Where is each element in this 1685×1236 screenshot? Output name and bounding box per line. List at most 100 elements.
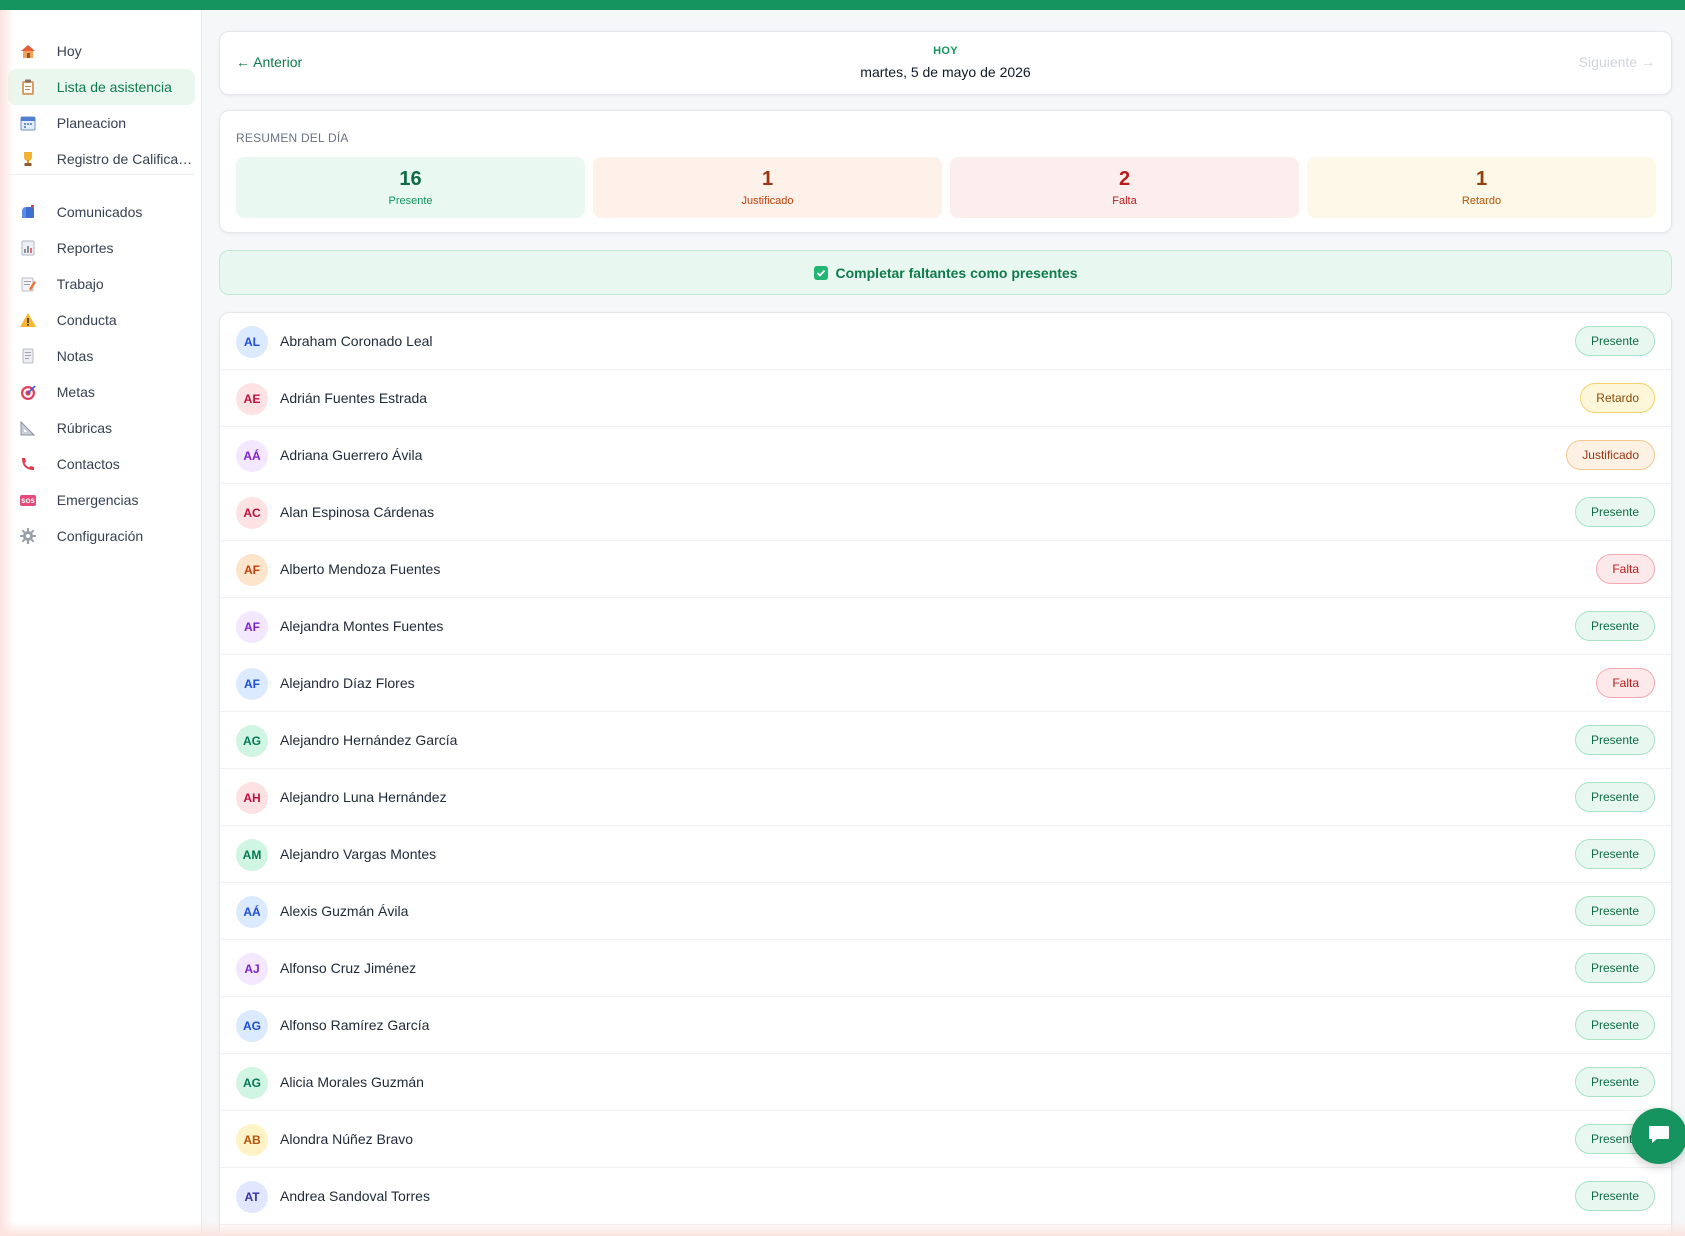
- sidebar-item-label: Configuración: [56, 528, 144, 544]
- student-name: Alexis Guzmán Ávila: [280, 903, 409, 919]
- stat-justified-value: 1: [761, 168, 774, 190]
- phone-icon: [18, 454, 38, 474]
- student-name: Alejandra Montes Fuentes: [280, 618, 444, 634]
- avatar: AB: [236, 1124, 268, 1156]
- attendance-status-button[interactable]: Presente: [1574, 896, 1655, 926]
- day-summary-card: RESUMEN DEL DÍA 16 Presente 1 Justificad…: [219, 110, 1672, 233]
- student-row: AH Alejandro Luna Hernández Presente: [220, 769, 1671, 826]
- sidebar-item-label: Hoy: [56, 43, 82, 59]
- attendance-status-button[interactable]: Justificado: [1566, 440, 1655, 470]
- avatar: AF: [236, 668, 268, 700]
- student-name: Adrián Fuentes Estrada: [280, 390, 428, 406]
- sidebar-item-label: Metas: [56, 384, 95, 400]
- calendar-icon: [18, 113, 38, 133]
- student-name: Andrea Sandoval Torres: [280, 1188, 430, 1204]
- trophy-icon: [18, 149, 38, 169]
- sidebar-item-label: Lista de asistencia: [56, 79, 172, 95]
- attendance-status-button[interactable]: Presente: [1574, 1181, 1655, 1211]
- student-row: AF Alberto Mendoza Fuentes Falta: [220, 541, 1671, 598]
- attendance-status-button[interactable]: Presente: [1574, 1010, 1655, 1040]
- current-date: martes, 5 de mayo de 2026: [860, 64, 1031, 80]
- screen-edge-bottom: [0, 1222, 1685, 1236]
- student-row: AL Abraham Coronado Leal Presente: [220, 313, 1671, 370]
- attendance-status-button[interactable]: Presente: [1574, 782, 1655, 812]
- student-name: Alfonso Cruz Jiménez: [280, 960, 417, 976]
- sidebar-item-label: Contactos: [56, 456, 120, 472]
- attendance-status-button[interactable]: Presente: [1574, 1067, 1655, 1097]
- attendance-status-button[interactable]: Presente: [1574, 725, 1655, 755]
- stat-absent: 2 Falta: [950, 157, 1299, 218]
- sidebar-item-label: Comunicados: [56, 204, 143, 220]
- clipboard-icon: [18, 77, 38, 97]
- sidebar-item-label: Rúbricas: [56, 420, 112, 436]
- stat-late: 1 Retardo: [1307, 157, 1656, 218]
- attendance-status-button[interactable]: Falta: [1596, 668, 1655, 698]
- attendance-status-button[interactable]: Presente: [1574, 326, 1655, 356]
- sidebar-item-emergencias[interactable]: SOS Emergencias: [8, 482, 195, 518]
- checkbox-icon: [813, 265, 828, 280]
- sidebar-item-hoy[interactable]: Hoy: [8, 33, 195, 69]
- chat-button[interactable]: [1631, 1108, 1685, 1164]
- avatar: AÁ: [236, 440, 268, 472]
- student-row: AT Andrea Sandoval Torres Presente: [220, 1168, 1671, 1225]
- next-day-button[interactable]: Siguiente →: [1579, 54, 1655, 70]
- student-row: AC Alan Espinosa Cárdenas Presente: [220, 484, 1671, 541]
- sidebar: Hoy Lista de asistencia Planeacion Regis…: [0, 10, 202, 1236]
- complete-missing-as-present-button[interactable]: Completar faltantes como presentes: [219, 250, 1672, 295]
- student-row: AM Alejandro Vargas Montes Presente: [220, 826, 1671, 883]
- attendance-status-button[interactable]: Presente: [1574, 839, 1655, 869]
- student-name: Alberto Mendoza Fuentes: [280, 561, 441, 577]
- avatar: AM: [236, 839, 268, 871]
- student-row: AB Alondra Núñez Bravo Presente: [220, 1111, 1671, 1168]
- sidebar-item-label: Notas: [56, 348, 94, 364]
- sidebar-item-comunicados[interactable]: Comunicados: [8, 194, 195, 230]
- avatar: AG: [236, 725, 268, 757]
- avatar: AE: [236, 383, 268, 415]
- sidebar-item-label: Conducta: [56, 312, 117, 328]
- student-name: Alejandro Vargas Montes: [280, 846, 437, 862]
- avatar: AF: [236, 611, 268, 643]
- stat-absent-value: 2: [1118, 168, 1131, 190]
- memo-icon: [18, 274, 38, 294]
- student-name: Alicia Morales Guzmán: [280, 1074, 424, 1090]
- sidebar-item-configuracion[interactable]: Configuración: [8, 518, 195, 554]
- student-row: AG Alfonso Ramírez García Presente: [220, 997, 1671, 1054]
- student-name: Alfonso Ramírez García: [280, 1017, 430, 1033]
- sidebar-item-conducta[interactable]: Conducta: [8, 302, 195, 338]
- student-row: AG Alicia Morales Guzmán Presente: [220, 1054, 1671, 1111]
- sidebar-item-rubricas[interactable]: Rúbricas: [8, 410, 195, 446]
- stat-absent-label: Falta: [1112, 195, 1137, 207]
- student-name: Alan Espinosa Cárdenas: [280, 504, 435, 520]
- warning-icon: [18, 310, 38, 330]
- sidebar-item-lista-de-asistencia[interactable]: Lista de asistencia: [8, 69, 195, 105]
- svg-text:SOS: SOS: [21, 498, 35, 505]
- student-name: Alejandro Luna Hernández: [280, 789, 447, 805]
- sidebar-item-reportes[interactable]: Reportes: [8, 230, 195, 266]
- stat-late-value: 1: [1475, 168, 1488, 190]
- attendance-status-button[interactable]: Falta: [1596, 554, 1655, 584]
- sidebar-item-planeacion[interactable]: Planeacion: [8, 105, 195, 141]
- attendance-status-button[interactable]: Presente: [1574, 953, 1655, 983]
- ruler-icon: [18, 418, 38, 438]
- student-name: Adriana Guerrero Ávila: [280, 447, 423, 463]
- sidebar-item-notas[interactable]: Notas: [8, 338, 195, 374]
- complete-missing-label: Completar faltantes como presentes: [835, 264, 1078, 281]
- mailbox-icon: [18, 202, 38, 222]
- avatar: AT: [236, 1181, 268, 1213]
- date-navigation-bar: ← Anterior HOY martes, 5 de mayo de 2026…: [219, 31, 1672, 95]
- sidebar-item-contactos[interactable]: Contactos: [8, 446, 195, 482]
- sidebar-item-registro-de-calificaciones[interactable]: Registro de Calificaciones: [8, 141, 195, 177]
- gear-icon: [18, 526, 38, 546]
- student-row: AÁ Alexis Guzmán Ávila Presente: [220, 883, 1671, 940]
- sidebar-item-label: Registro de Calificaciones: [56, 151, 195, 167]
- attendance-status-button[interactable]: Presente: [1574, 497, 1655, 527]
- target-icon: [18, 382, 38, 402]
- attendance-status-button[interactable]: Presente: [1574, 611, 1655, 641]
- student-name: Alondra Núñez Bravo: [280, 1131, 414, 1147]
- screen-edge-left: [0, 10, 14, 1236]
- avatar: AF: [236, 554, 268, 586]
- attendance-status-button[interactable]: Retardo: [1580, 383, 1655, 413]
- sidebar-item-trabajo[interactable]: Trabajo: [8, 266, 195, 302]
- sidebar-divider: [8, 174, 195, 175]
- sidebar-item-metas[interactable]: Metas: [8, 374, 195, 410]
